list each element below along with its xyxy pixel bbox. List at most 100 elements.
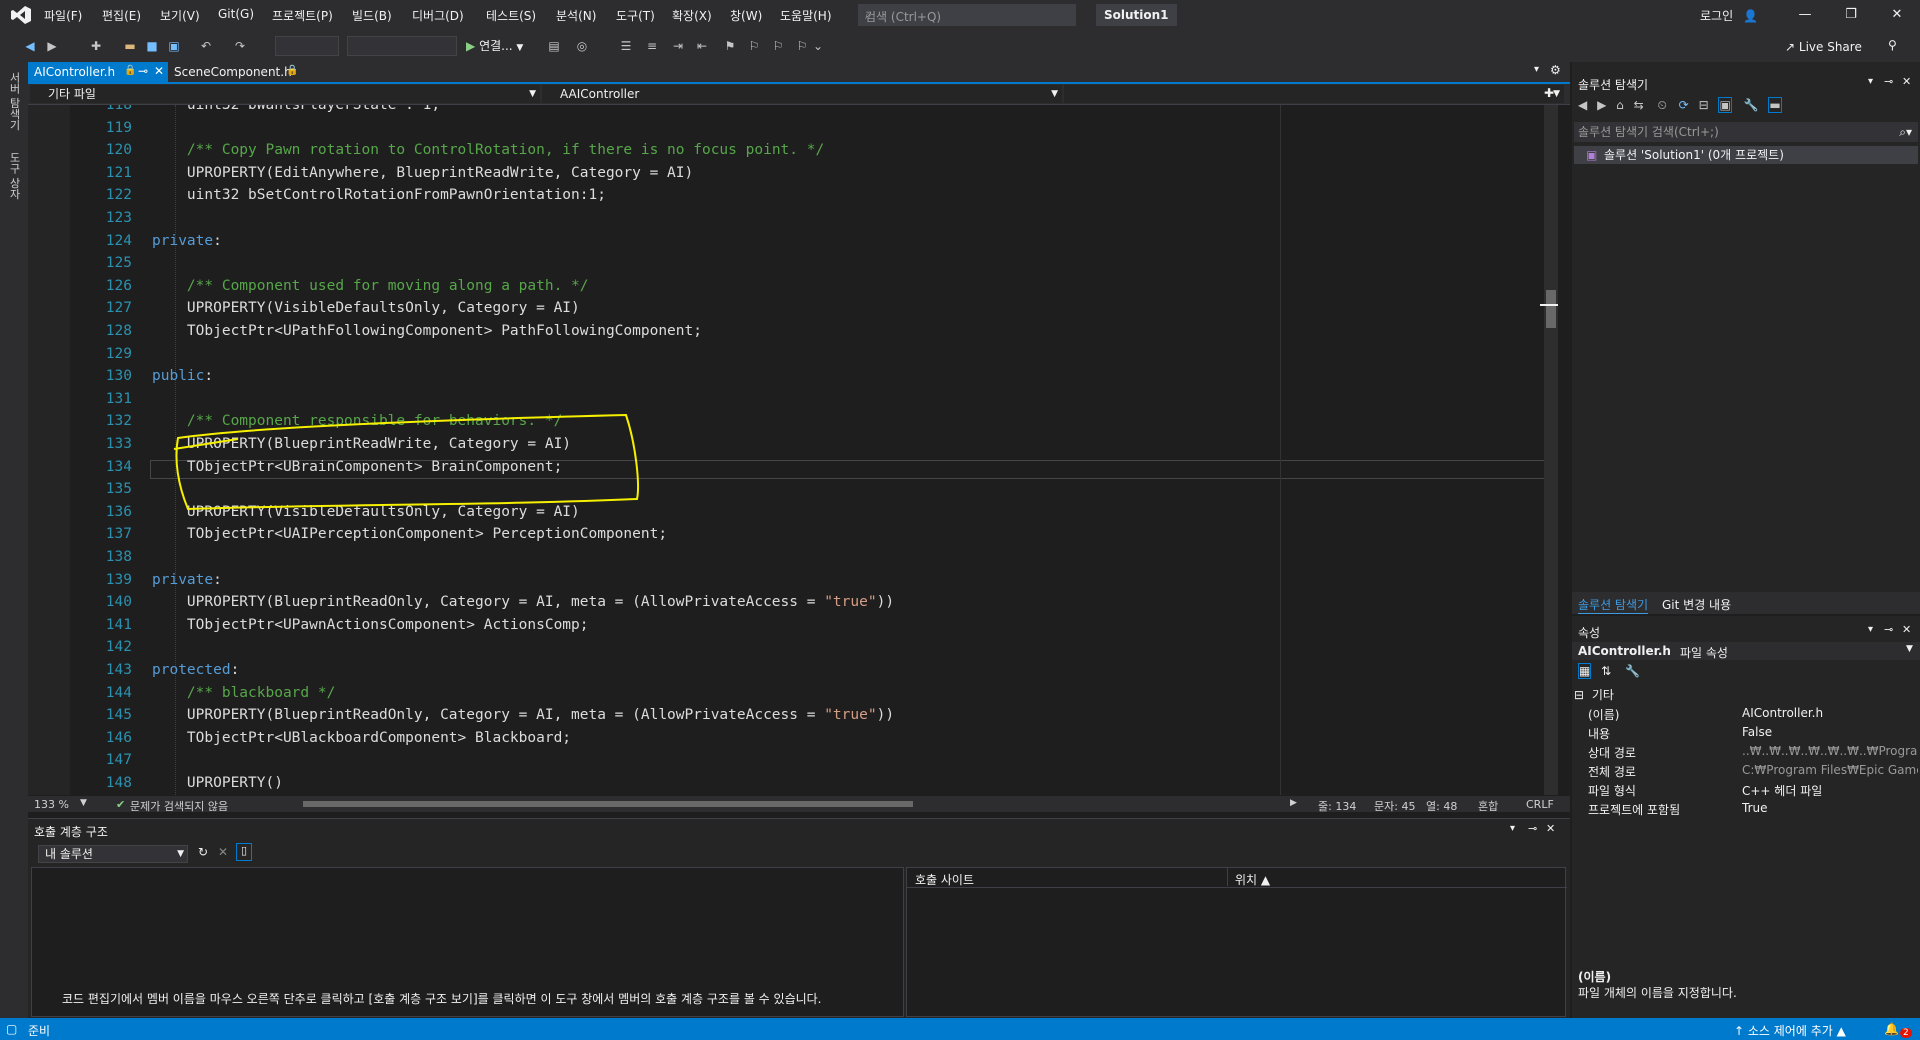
settings-icon[interactable]: ⚙ <box>1550 63 1561 77</box>
configuration-combo[interactable] <box>275 36 339 56</box>
indent-icon[interactable]: ⇥ <box>670 38 686 54</box>
menu-item[interactable]: 분석(N) <box>556 7 596 24</box>
property-row[interactable]: 상대 경로 ..₩..₩..₩..₩..₩..₩..₩Program F <box>1572 742 1920 761</box>
home-icon[interactable]: ⌂ <box>1616 98 1624 112</box>
refresh-icon[interactable]: ↻ <box>198 845 208 859</box>
issues-status[interactable]: 문제가 검색되지 않음 <box>130 798 228 814</box>
object-selector[interactable]: AIController.h 파일 속성 ▼ <box>1572 642 1920 660</box>
menu-item[interactable]: 빌드(B) <box>352 7 392 24</box>
collapse-all-icon[interactable]: ⊟ <box>1699 98 1709 112</box>
back-icon[interactable]: ◀ <box>22 38 38 54</box>
redo-icon[interactable]: ↷ <box>232 38 248 54</box>
scrollbar-thumb[interactable] <box>1546 290 1556 328</box>
pin-icon[interactable]: ⊸ <box>138 64 148 78</box>
alphabetical-icon[interactable]: ⇅ <box>1601 664 1611 678</box>
tab-aicontroller[interactable]: AIController.h 🔒 ⊸ ✕ <box>28 62 168 82</box>
tab-solution-explorer[interactable]: 솔루션 탐색기 <box>1578 596 1649 614</box>
tab-dropdown-icon[interactable]: ▾ <box>1534 64 1539 75</box>
align-icon[interactable]: ≡ <box>644 38 660 54</box>
toolbar-overflow-icon[interactable]: ⌄ <box>810 38 826 54</box>
property-value[interactable]: AIController.h <box>1742 706 1918 720</box>
column-call-site[interactable]: 호출 사이트 <box>915 871 974 888</box>
hierarchy-icon[interactable]: ☰ <box>618 38 634 54</box>
add-to-source-control[interactable]: ↑ 소스 제어에 추가 ▲ <box>1734 1022 1846 1039</box>
menu-item[interactable]: 파일(F) <box>44 7 82 24</box>
restore-button[interactable]: ❐ <box>1828 4 1874 26</box>
solution-root-node[interactable]: ▣ 솔루션 'Solution1' (0개 프로젝트) <box>1574 146 1918 164</box>
chevron-down-icon[interactable]: ▼ <box>80 798 87 808</box>
property-value[interactable]: True <box>1742 801 1918 815</box>
start-button[interactable]: ▶ 연결... ▼ <box>466 37 523 54</box>
member-combo[interactable]: ▼ <box>1064 85 1564 103</box>
minimize-button[interactable]: — <box>1782 4 1828 26</box>
property-row[interactable]: (이름) AIController.h <box>1572 704 1920 723</box>
property-value[interactable]: C++ 헤더 파일 <box>1742 782 1918 799</box>
camera-icon[interactable]: ◎ <box>574 38 590 54</box>
new-project-icon[interactable]: ✚ <box>88 38 104 54</box>
live-share-button[interactable]: ↗ Live Share <box>1785 40 1862 54</box>
menu-item[interactable]: 창(W) <box>730 7 762 24</box>
property-row[interactable]: 프로젝트에 포함됨 True <box>1572 799 1920 818</box>
notifications-icon[interactable]: 🔔 <box>1884 1022 1899 1036</box>
search-icon[interactable]: ⌕▾ <box>1899 122 1912 142</box>
whitespace-mode[interactable]: 혼합 <box>1478 798 1498 814</box>
scope-select[interactable]: 내 솔루션 ▼ <box>38 845 188 863</box>
menu-item[interactable]: 테스트(S) <box>486 7 536 24</box>
pin-icon[interactable]: ⊸ <box>1528 822 1537 835</box>
tab-git-changes[interactable]: Git 변경 내용 <box>1662 596 1731 613</box>
solution-search-input[interactable]: 솔루션 탐색기 검색(Ctrl+;) ⌕▾ <box>1574 122 1918 142</box>
menu-item[interactable]: 도구(T) <box>616 7 655 24</box>
menu-item[interactable]: 프로젝트(P) <box>272 7 333 24</box>
visual-studio-logo-icon[interactable] <box>10 5 32 25</box>
back-icon[interactable]: ◀ <box>1578 98 1587 112</box>
close-window-button[interactable]: ✕ <box>1874 4 1920 26</box>
menu-item[interactable]: Git(G) <box>218 7 254 21</box>
feedback-icon[interactable]: ⚲ <box>1888 38 1897 52</box>
browse-icon[interactable]: ▤ <box>546 38 562 54</box>
close-panel-icon[interactable]: ✕ <box>1902 75 1911 88</box>
server-explorer-tab[interactable]: 서버 탐색기 <box>6 72 22 131</box>
menu-item[interactable]: 보기(V) <box>160 7 200 24</box>
column-location[interactable]: 위치 ▲ <box>1235 871 1270 888</box>
property-value[interactable]: ..₩..₩..₩..₩..₩..₩..₩Program F <box>1742 744 1918 758</box>
undo-icon[interactable]: ↶ <box>198 38 214 54</box>
pin-icon[interactable]: ⊸ <box>1884 75 1893 88</box>
menu-item[interactable]: 도움말(H) <box>780 7 832 24</box>
platform-combo[interactable] <box>347 36 457 56</box>
remove-icon[interactable]: ✕ <box>218 845 228 859</box>
close-tab-icon[interactable]: ✕ <box>154 64 164 78</box>
property-row[interactable]: 파일 형식 C++ 헤더 파일 <box>1572 780 1920 799</box>
scope-combo[interactable]: 기타 파일 ▼ <box>30 85 540 103</box>
categorized-icon[interactable]: ▦ <box>1578 663 1592 679</box>
property-row[interactable]: 전체 경로 C:₩Program Files₩Epic Games₩ <box>1572 761 1920 780</box>
panel-dropdown-icon[interactable]: ▾ <box>1868 624 1873 635</box>
split-icon[interactable]: ✚ <box>1544 86 1554 100</box>
outdent-icon[interactable]: ⇤ <box>694 38 710 54</box>
property-value[interactable]: False <box>1742 725 1918 739</box>
menu-item[interactable]: 확장(X) <box>672 7 712 24</box>
horizontal-scrollbar-thumb[interactable] <box>303 801 913 807</box>
menu-item[interactable]: 편집(E) <box>102 7 141 24</box>
next-bookmark-icon[interactable]: ⚐ <box>770 38 786 54</box>
toolbox-tab[interactable]: 도구 상자 <box>6 152 22 200</box>
details-icon[interactable]: ▯ <box>236 843 252 861</box>
line-ending[interactable]: CRLF <box>1526 798 1554 811</box>
property-pages-icon[interactable]: 🔧 <box>1625 664 1640 678</box>
search-box[interactable]: 검색 (Ctrl+Q) ⌕ <box>858 4 1076 26</box>
zoom-level[interactable]: 133 % <box>34 798 69 811</box>
bookmark-icon[interactable]: ⚑ <box>722 38 738 54</box>
open-file-icon[interactable]: ▬ <box>122 38 138 54</box>
category-header[interactable]: ⊟ 기타 <box>1574 686 1614 703</box>
panel-dropdown-icon[interactable]: ▾ <box>1510 823 1515 834</box>
clear-bookmarks-icon[interactable]: ⚐ <box>794 38 810 54</box>
forward-icon[interactable]: ▶ <box>1597 98 1606 112</box>
sync-icon[interactable]: ⟳ <box>1679 98 1689 112</box>
prev-bookmark-icon[interactable]: ⚐ <box>746 38 762 54</box>
close-panel-icon[interactable]: ✕ <box>1546 822 1555 835</box>
property-row[interactable]: 내용 False <box>1572 723 1920 742</box>
close-panel-icon[interactable]: ✕ <box>1902 623 1911 636</box>
save-icon[interactable]: ■ <box>144 38 160 54</box>
pin-icon[interactable]: ⊸ <box>1884 623 1893 636</box>
save-all-icon[interactable]: ▣ <box>166 38 182 54</box>
pending-changes-icon[interactable]: ⏲ <box>1657 98 1666 112</box>
